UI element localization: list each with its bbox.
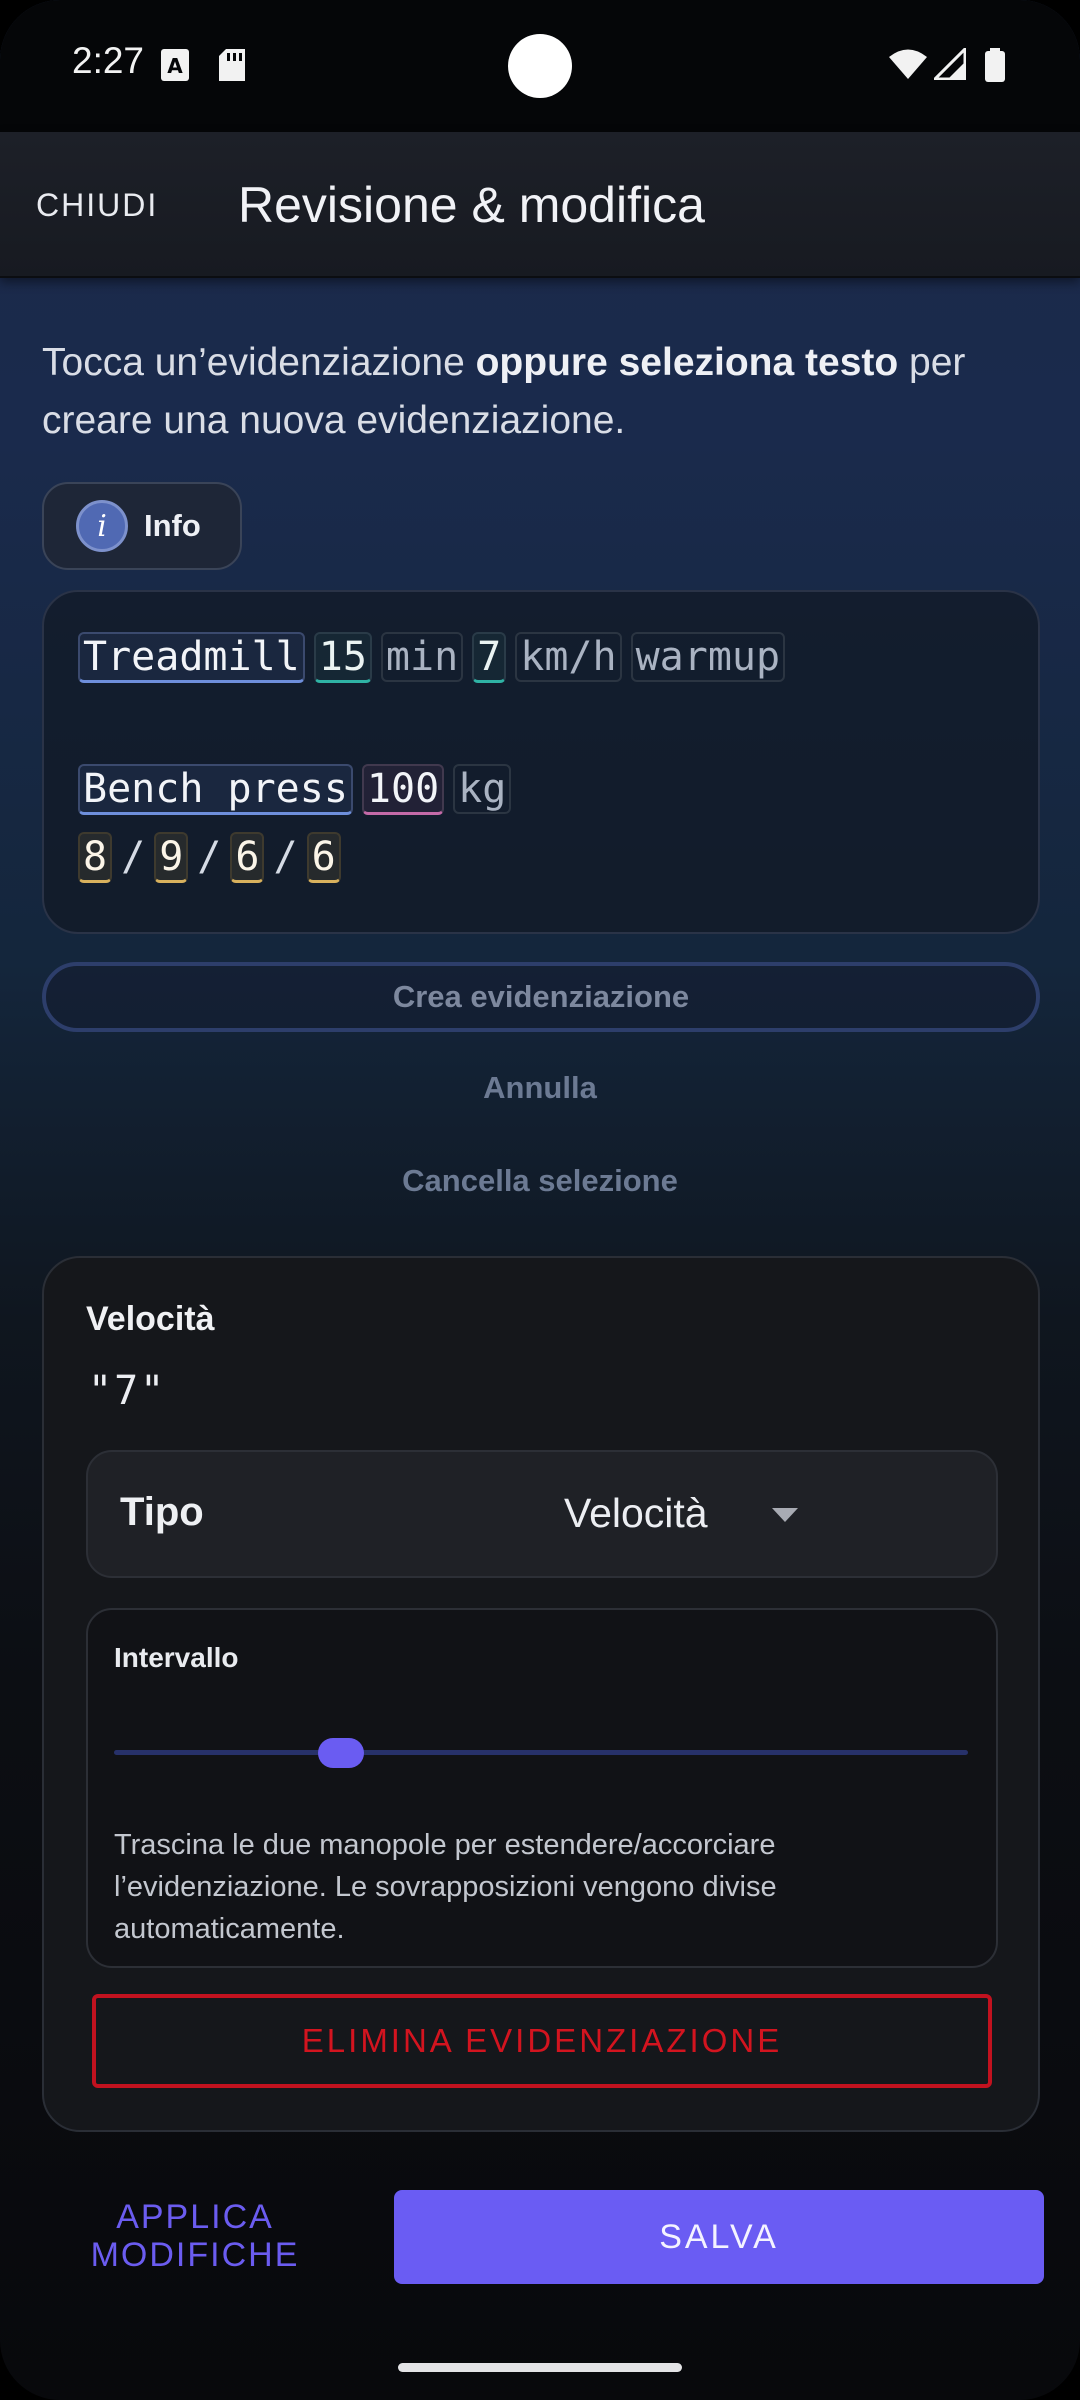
info-label: Info <box>144 508 201 543</box>
separator-text: / <box>197 834 222 880</box>
type-selected-value: Velocità <box>564 1490 708 1536</box>
instructions-part1: Tocca un’evidenziazione <box>42 341 476 384</box>
signal-icon <box>934 48 966 80</box>
svg-text:A: A <box>167 54 183 78</box>
apply-changes-button[interactable]: APPLICA MODIFICHE <box>60 2198 330 2274</box>
highlight-token[interactable]: min <box>380 632 464 682</box>
highlight-token[interactable]: Bench press <box>78 764 353 815</box>
instructions-text: Tocca un’evidenziazione oppure seleziona… <box>42 334 1042 450</box>
highlight-token[interactable]: 15 <box>313 632 372 683</box>
camera-cutout <box>508 34 572 98</box>
text-line-4: 8/9/6/6 <box>78 832 350 883</box>
battery-icon <box>985 48 1005 82</box>
close-button[interactable]: CHIUDI <box>36 187 158 224</box>
highlight-token[interactable]: 7 <box>472 632 507 683</box>
highlight-token[interactable]: kg <box>453 764 512 814</box>
range-help-text: Trascina le due manopole per estendere/a… <box>114 1829 777 1945</box>
page-title: Revisione & modifica <box>238 177 705 233</box>
highlight-token[interactable]: 100 <box>361 764 445 815</box>
cancel-button[interactable]: Annulla <box>0 1070 1080 1106</box>
delete-highlight-button[interactable]: ELIMINA EVIDENZIAZIONE <box>92 1994 992 2088</box>
range-slider-handle[interactable] <box>318 1738 364 1768</box>
sd-card-icon <box>219 49 245 81</box>
gesture-bar[interactable] <box>398 2363 682 2372</box>
screen: 2:27 A CHIUDI Revisione & modifica Tocca… <box>0 0 1080 2400</box>
type-label: Tipo <box>120 1490 204 1534</box>
text-line-3: Bench press 100 kg <box>78 764 520 815</box>
range-slider-track[interactable] <box>114 1750 968 1755</box>
separator-text: / <box>273 834 298 880</box>
workout-text-box[interactable]: Treadmill 15 min 7 km/h warmup Bench press 100… <box>42 590 1040 934</box>
highlight-token[interactable]: warmup <box>630 632 786 682</box>
status-time: 2:27 <box>72 40 145 81</box>
status-bar: 2:27 A <box>0 0 1080 132</box>
highlight-token[interactable]: 9 <box>154 832 189 883</box>
info-icon: i <box>76 500 128 552</box>
instructions-bold: oppure seleziona testo <box>475 341 899 384</box>
chevron-down-icon <box>772 1508 798 1522</box>
separator-text: / <box>121 834 146 880</box>
text-line-1: Treadmill 15 min 7 km/h warmup <box>78 632 794 683</box>
highlight-token[interactable]: km/h <box>515 632 622 682</box>
highlight-token[interactable]: 6 <box>230 832 265 883</box>
highlight-field-value: "7" <box>88 1368 167 1414</box>
save-button[interactable]: SALVA <box>394 2190 1044 2284</box>
range-title: Intervallo <box>114 1642 239 1673</box>
highlight-token[interactable]: Treadmill <box>78 632 305 683</box>
app-bar: CHIUDI Revisione & modifica <box>0 132 1080 278</box>
text-notification-icon: A <box>161 49 189 81</box>
create-highlight-button[interactable]: Crea evidenziazione <box>42 962 1040 1032</box>
wifi-icon <box>889 49 927 79</box>
highlight-field-title: Velocità <box>86 1300 215 1338</box>
type-dropdown[interactable]: Tipo Velocità <box>86 1450 998 1578</box>
highlight-token[interactable]: 6 <box>306 832 341 883</box>
info-button[interactable]: i Info <box>42 482 242 570</box>
highlight-detail-card: Velocità "7" Tipo Velocità Intervallo Tr… <box>42 1256 1040 2132</box>
highlight-token[interactable]: 8 <box>78 832 113 883</box>
clear-selection-button[interactable]: Cancella selezione <box>0 1163 1080 1199</box>
range-section: Intervallo Trascina le due manopole per … <box>86 1608 998 1968</box>
